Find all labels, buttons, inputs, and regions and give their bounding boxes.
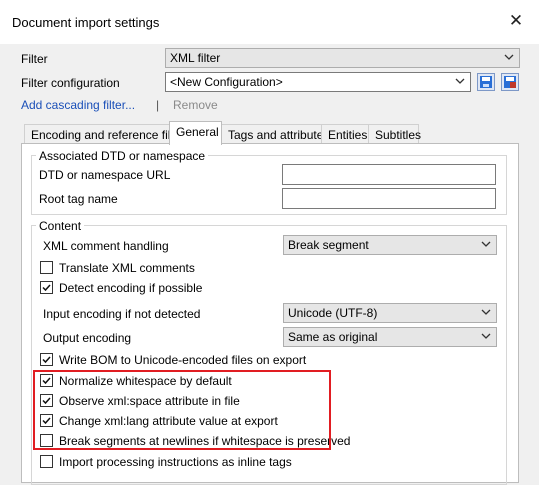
output-encoding-value: Same as original — [288, 330, 378, 344]
action-separator: | — [156, 98, 160, 112]
dtd-url-input[interactable] — [282, 164, 496, 185]
chevron-down-icon — [481, 333, 491, 339]
translate-comments-label: Translate XML comments — [59, 261, 195, 275]
highlight-box — [33, 370, 331, 450]
close-icon[interactable]: ✕ — [506, 11, 526, 31]
filter-config-value: <New Configuration> — [170, 75, 283, 89]
chevron-down-icon — [481, 309, 491, 315]
write-bom-checkbox[interactable] — [40, 353, 53, 366]
chevron-down-icon — [504, 54, 514, 60]
tab-entities[interactable]: Entities — [321, 124, 369, 144]
chevron-down-icon — [455, 78, 465, 84]
root-tag-input[interactable] — [282, 188, 496, 209]
detect-encoding-checkbox[interactable] — [40, 281, 53, 294]
import-pi-label: Import processing instructions as inline… — [59, 455, 292, 469]
filter-dropdown-value: XML filter — [170, 51, 221, 65]
dtd-url-label: DTD or namespace URL — [39, 168, 171, 182]
tab-subtitles[interactable]: Subtitles — [368, 124, 421, 144]
input-encoding-label: Input encoding if not detected — [43, 307, 201, 321]
filter-config-label: Filter configuration — [21, 76, 120, 90]
detect-encoding-label: Detect encoding if possible — [59, 281, 203, 295]
tab-tags-attributes[interactable]: Tags and attributes — [221, 124, 329, 144]
remove-link[interactable]: Remove — [173, 98, 218, 112]
xml-comment-dropdown[interactable]: Break segment — [283, 235, 497, 255]
import-pi-checkbox[interactable] — [40, 455, 53, 468]
write-bom-label: Write BOM to Unicode-encoded files on ex… — [59, 353, 307, 367]
tab-general[interactable]: General — [169, 121, 222, 145]
filter-config-dropdown[interactable]: <New Configuration> — [165, 72, 471, 92]
input-encoding-dropdown[interactable]: Unicode (UTF-8) — [283, 303, 497, 323]
tab-encoding[interactable]: Encoding and reference files — [24, 124, 183, 144]
dtd-group-title: Associated DTD or namespace — [36, 149, 209, 163]
filter-label: Filter — [21, 52, 48, 66]
translate-comments-checkbox[interactable] — [40, 261, 53, 274]
save-as-config-icon[interactable] — [501, 73, 519, 91]
save-config-icon[interactable] — [477, 73, 495, 91]
root-tag-label: Root tag name — [39, 192, 118, 206]
window-title: Document import settings — [12, 15, 160, 30]
xml-comment-value: Break segment — [288, 238, 369, 252]
output-encoding-label: Output encoding — [43, 331, 132, 345]
add-cascading-filter-link[interactable]: Add cascading filter... — [21, 98, 135, 112]
output-encoding-dropdown[interactable]: Same as original — [283, 327, 497, 347]
chevron-down-icon — [481, 241, 491, 247]
xml-comment-label: XML comment handling — [43, 239, 169, 253]
filter-dropdown[interactable]: XML filter — [165, 48, 520, 68]
content-group-title: Content — [36, 219, 85, 233]
input-encoding-value: Unicode (UTF-8) — [288, 306, 378, 320]
